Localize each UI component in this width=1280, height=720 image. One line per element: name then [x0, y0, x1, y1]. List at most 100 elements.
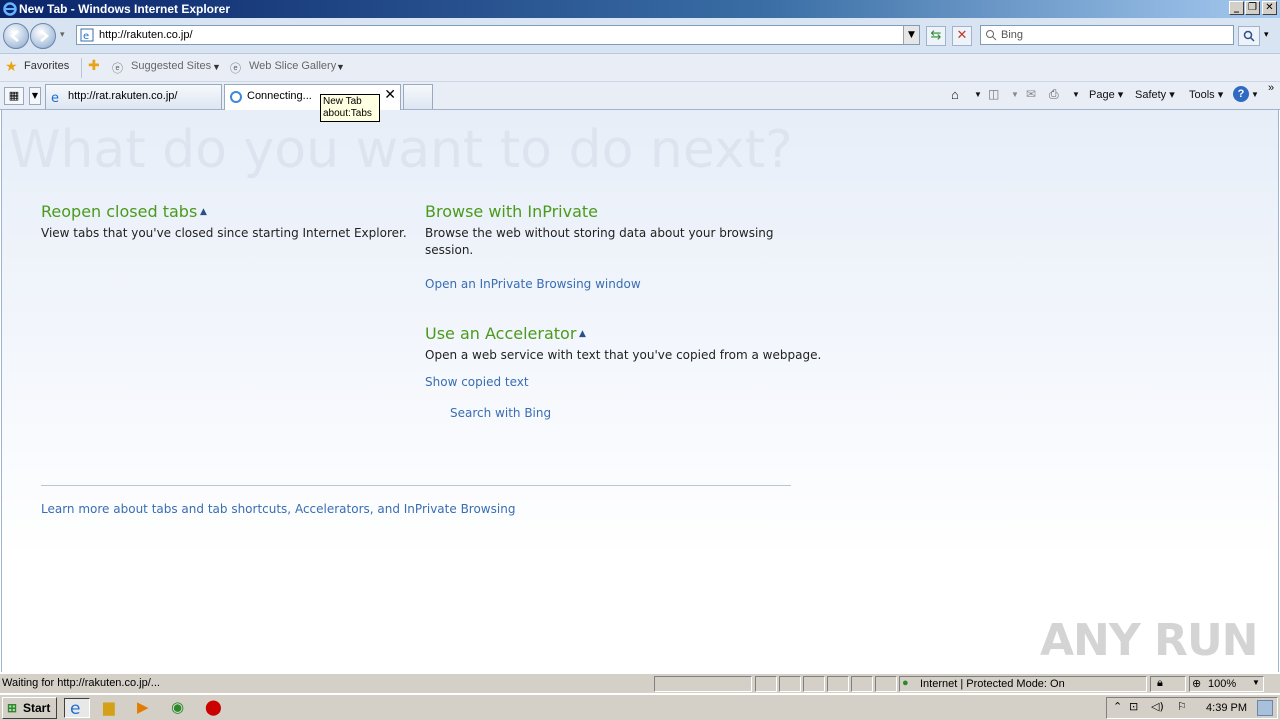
collapse-chevron-icon[interactable]: ▲	[200, 207, 207, 217]
new-tab-button[interactable]	[403, 84, 433, 109]
help-dropdown-icon[interactable]: ▼	[1251, 90, 1259, 99]
show-hidden-icons-icon[interactable]: ⌃	[1113, 700, 1122, 713]
svg-text:e: e	[51, 91, 59, 104]
status-segment	[851, 676, 873, 692]
accelerator-description: Open a web service with text that you've…	[425, 348, 822, 362]
zone-segment[interactable]: ● Internet | Protected Mode: On	[899, 676, 1147, 692]
collapse-chevron-icon[interactable]: ▲	[579, 329, 586, 339]
accelerator-heading[interactable]: Use an Accelerator	[425, 324, 576, 343]
taskbar-ie-button[interactable]: e	[64, 698, 90, 719]
web-slice-gallery-link[interactable]: Web Slice Gallery	[249, 60, 336, 72]
tab-rakuten[interactable]: e http://rat.rakuten.co.jp/	[45, 84, 222, 109]
system-tray: ⌃ ⊡ ◁) ⚐ 4:39 PM	[1106, 697, 1278, 719]
address-dropdown-icon[interactable]: ▼	[903, 26, 919, 44]
section-divider	[41, 485, 791, 486]
home-icon[interactable]: ⌂	[951, 87, 959, 102]
tab-list-dropdown-icon[interactable]: ▼	[29, 87, 41, 105]
popup-settings[interactable]: 🔒︎	[1150, 676, 1186, 692]
home-dropdown-icon[interactable]: ▼	[974, 90, 982, 99]
quick-tabs-icon[interactable]: ▦	[4, 87, 24, 105]
safety-menu[interactable]: Safety ▾	[1135, 88, 1175, 101]
new-tab-page: What do you want to do next? Reopen clos…	[1, 110, 1279, 672]
web-slice-icon: ⓔ	[230, 63, 241, 75]
address-input[interactable]: http://rakuten.co.jp/	[99, 29, 193, 41]
feeds-dropdown-icon[interactable]: ▼	[1011, 90, 1019, 99]
network-icon[interactable]: ⊡	[1129, 700, 1138, 713]
progress-segment	[654, 676, 752, 692]
status-segment	[755, 676, 777, 692]
status-bar: Waiting for http://rakuten.co.jp/... ● I…	[0, 673, 1280, 693]
page-menu-label: Page	[1089, 89, 1115, 101]
print-icon[interactable]: ⎙	[1049, 87, 1059, 102]
show-desktop-icon[interactable]	[1257, 700, 1273, 716]
taskbar: ⊞ Start e ▆ ▶ ◉ ⬤ ⌃ ⊡ ◁) ⚐ 4:39 PM	[0, 694, 1280, 720]
print-dropdown-icon[interactable]: ▼	[1072, 90, 1080, 99]
search-with-bing-link[interactable]: Search with Bing	[450, 406, 551, 420]
anyrun-watermark-logo: ANY RUN	[1040, 615, 1258, 666]
action-center-flag-icon[interactable]: ⚐	[1177, 700, 1187, 713]
status-segment	[803, 676, 825, 692]
forward-arrow-icon	[40, 30, 49, 42]
reopen-closed-tabs-heading[interactable]: Reopen closed tabs	[41, 202, 197, 221]
feeds-icon[interactable]: ◫	[988, 87, 999, 101]
start-label: Start	[23, 701, 51, 715]
explorer-folder-icon[interactable]: ▆	[103, 698, 125, 718]
tab-label: Connecting...	[247, 90, 312, 102]
add-to-favorites-icon[interactable]: ✚	[88, 57, 100, 74]
read-mail-icon[interactable]: ✉	[1026, 87, 1036, 101]
ie-logo-icon	[3, 2, 17, 16]
close-tab-icon[interactable]: ✕	[384, 87, 396, 103]
minimize-button[interactable]: _	[1229, 1, 1244, 15]
open-inprivate-link[interactable]: Open an InPrivate Browsing window	[425, 277, 641, 291]
tab-tooltip: New Tab about:Tabs	[320, 94, 380, 122]
stop-button[interactable]: ✕	[952, 26, 972, 46]
favorites-bar: ★ Favorites ✚ ⓔ Suggested Sites ▼ ⓔ Web …	[0, 54, 1280, 82]
back-button[interactable]	[3, 23, 29, 49]
zoom-control[interactable]: ⊕ 100% ▼	[1189, 676, 1264, 692]
tools-menu[interactable]: Tools ▾	[1189, 88, 1223, 101]
tab-label: http://rat.rakuten.co.jp/	[68, 90, 178, 102]
more-commands-icon[interactable]: »	[1268, 82, 1274, 94]
zoom-level: 100%	[1208, 678, 1237, 690]
search-box[interactable]: Bing	[980, 25, 1234, 45]
show-copied-text-link[interactable]: Show copied text	[425, 375, 529, 389]
suggested-sites-dropdown-icon[interactable]: ▼	[212, 62, 221, 72]
status-segment	[827, 676, 849, 692]
maximize-button[interactable]: ❐	[1245, 1, 1260, 15]
help-icon[interactable]: ?	[1233, 86, 1249, 102]
search-input[interactable]: Bing	[1001, 29, 1023, 41]
page-icon: e	[80, 28, 94, 42]
search-options-dropdown-icon[interactable]: ▾	[1264, 30, 1269, 40]
search-icon	[1243, 30, 1255, 42]
favorites-button[interactable]: Favorites	[24, 60, 69, 72]
volume-icon[interactable]: ◁)	[1151, 700, 1164, 713]
media-player-icon[interactable]: ▶	[137, 698, 159, 718]
zoom-dropdown-icon[interactable]: ▼	[1252, 678, 1260, 687]
svg-text:e: e	[83, 31, 89, 42]
learn-more-link[interactable]: Learn more about tabs and tab shortcuts,…	[41, 502, 515, 516]
security-zone-text: Internet | Protected Mode: On	[920, 678, 1065, 690]
clock[interactable]: 4:39 PM	[1206, 702, 1247, 714]
favorites-star-icon: ★	[5, 58, 18, 74]
recent-pages-dropdown-icon[interactable]: ▾	[60, 30, 65, 40]
opera-icon[interactable]: ⬤	[205, 698, 227, 718]
title-bar: New Tab - Windows Internet Explorer _ ❐ …	[0, 0, 1280, 18]
page-menu[interactable]: Page ▾	[1089, 88, 1123, 101]
refresh-button[interactable]: ⇆	[926, 26, 946, 46]
status-text: Waiting for http://rakuten.co.jp/...	[2, 677, 160, 689]
address-bar[interactable]: e http://rakuten.co.jp/ ▼	[76, 25, 920, 45]
tools-menu-label: Tools	[1189, 89, 1215, 101]
start-button[interactable]: ⊞ Start	[2, 697, 57, 719]
inprivate-heading: Browse with InPrivate	[425, 202, 599, 221]
safety-menu-label: Safety	[1135, 89, 1167, 101]
tooltip-url: about:Tabs	[323, 108, 372, 119]
svg-text:e: e	[70, 699, 80, 717]
inprivate-description-line2: session.	[425, 243, 474, 257]
suggested-sites-link[interactable]: Suggested Sites	[131, 60, 211, 72]
web-slice-dropdown-icon[interactable]: ▼	[336, 62, 345, 72]
chrome-icon[interactable]: ◉	[171, 698, 193, 718]
search-button[interactable]	[1238, 26, 1260, 46]
window-title: New Tab - Windows Internet Explorer	[19, 2, 231, 16]
forward-button[interactable]	[30, 23, 56, 49]
close-window-button[interactable]: ✕	[1262, 1, 1277, 15]
